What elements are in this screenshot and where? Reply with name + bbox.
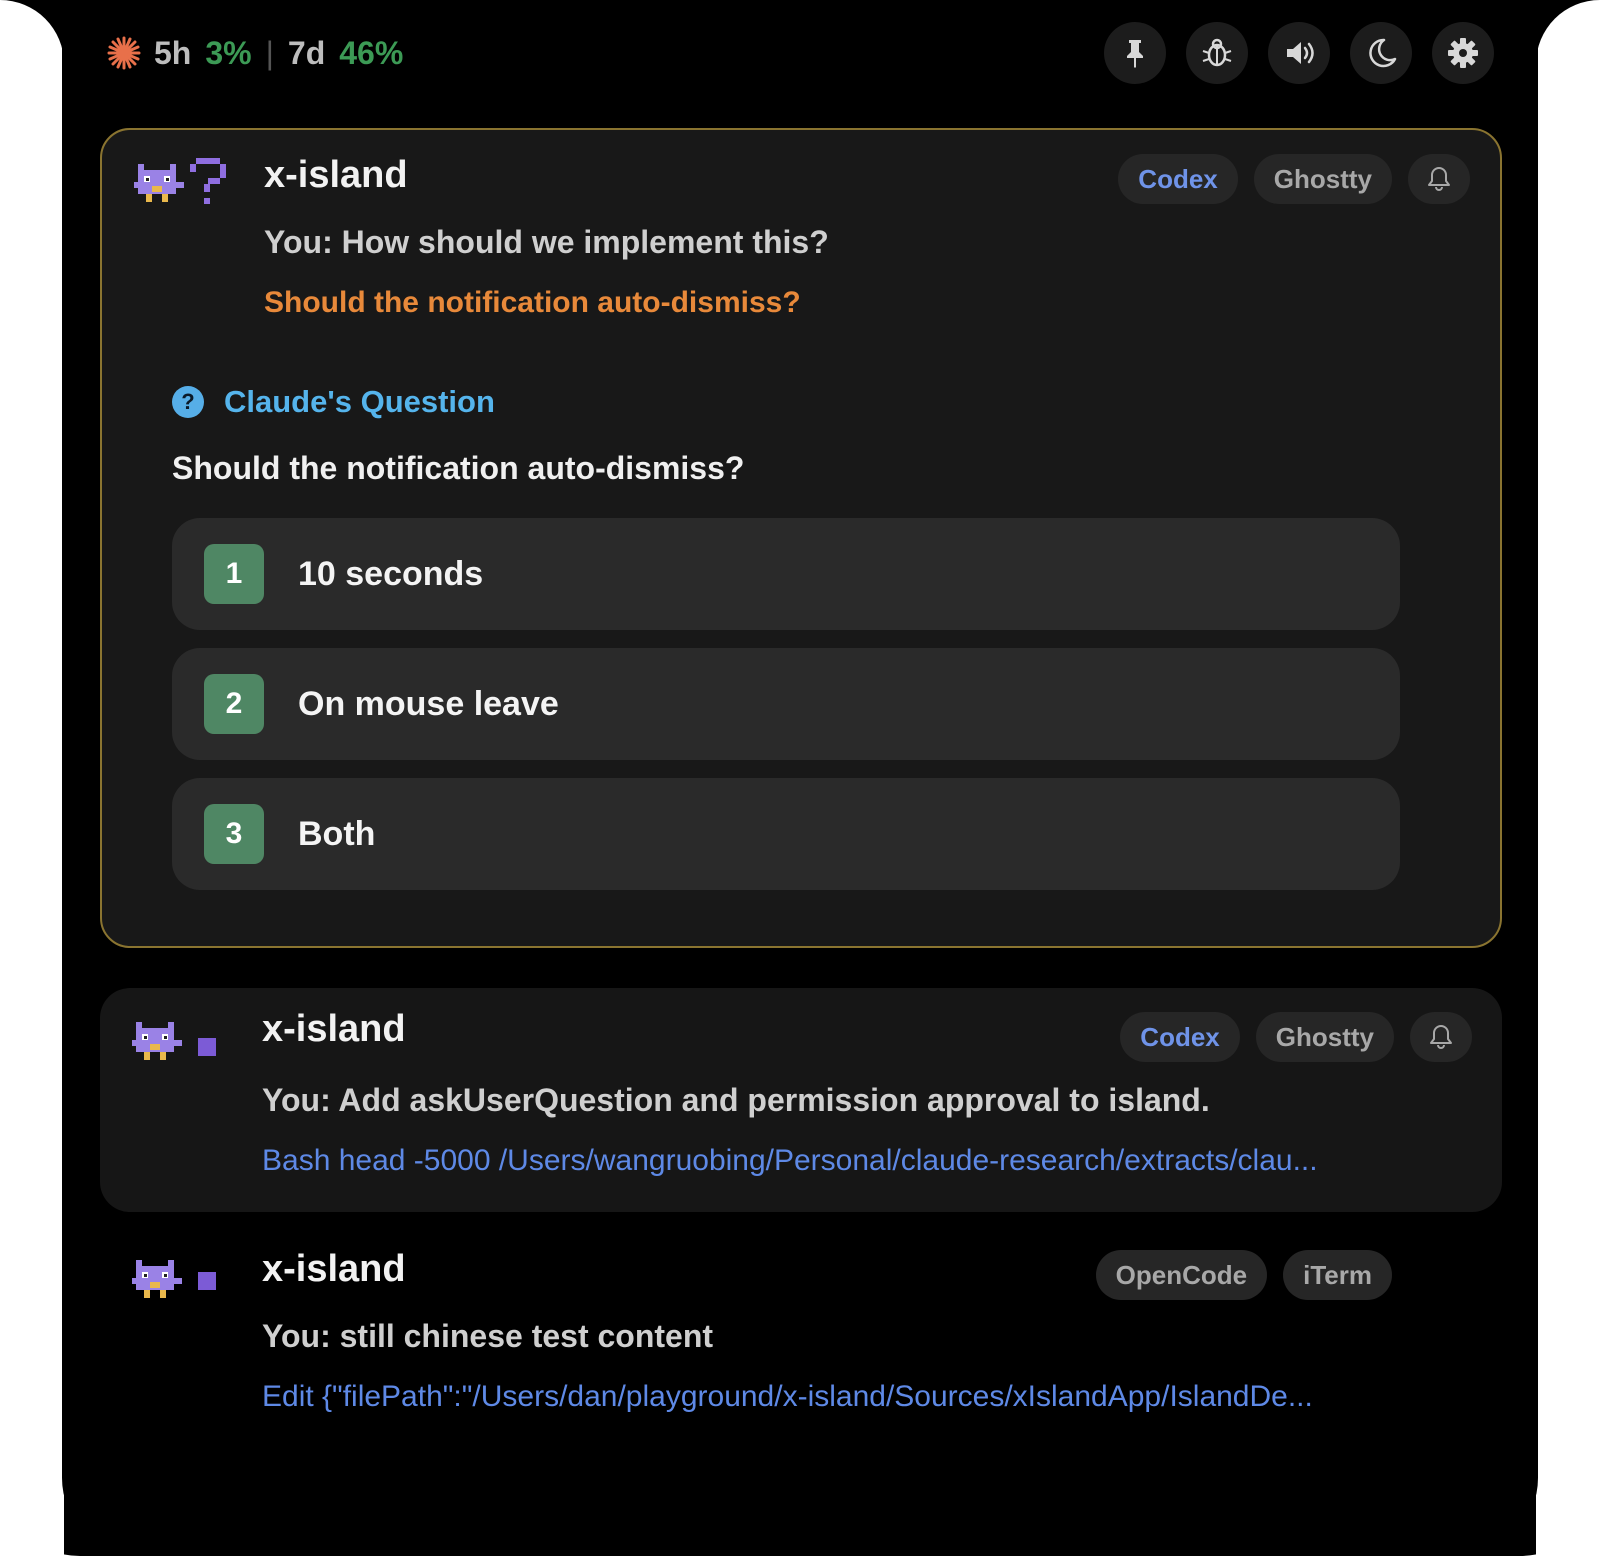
user-prompt: You: How should we implement this? (264, 224, 829, 260)
island-panel: 5h 3% | 7d 46% x-island Codex Ghostty Yo… (62, 0, 1538, 1556)
session-title: x-island (264, 154, 408, 196)
pixel-owl-avatar-icon (134, 164, 184, 202)
pending-question-preview: Should the notification auto-dismiss? (264, 286, 801, 319)
moon-icon (1369, 38, 1397, 68)
latest-tool-action: Edit {"filePath":"/Users/dan/playground/… (262, 1380, 1313, 1413)
terminal-tag[interactable]: Ghostty (1253, 154, 1392, 204)
option-label: On mouse leave (298, 684, 559, 723)
user-prompt: You: still chinese test content (262, 1318, 714, 1354)
option-number-badge: 1 (204, 544, 264, 604)
option-number-badge: 2 (204, 674, 264, 734)
user-prompt: You: Add askUserQuestion and permission … (262, 1082, 1210, 1118)
session-title: x-island (262, 1008, 406, 1050)
left-edge (0, 0, 64, 1556)
question-mark-status-icon (190, 158, 226, 204)
session-title: x-island (262, 1248, 406, 1290)
usage-7d-percent: 46% (339, 34, 404, 71)
session-tags: Codex Ghostty (1118, 154, 1470, 204)
sound-button[interactable] (1268, 22, 1330, 84)
latest-tool-action: Bash head -5000 /Users/wangruobing/Perso… (262, 1144, 1318, 1177)
question-text: Should the notification auto-dismiss? (172, 450, 745, 486)
session-tags: Codex Ghostty (1120, 1012, 1472, 1062)
terminal-tag[interactable]: iTerm (1283, 1250, 1392, 1300)
gear-icon (1448, 38, 1478, 68)
agent-tag[interactable]: Codex (1118, 154, 1238, 204)
notification-button[interactable] (1410, 1012, 1472, 1062)
usage-5h-label: 5h (154, 34, 192, 71)
toolbar-icons (1104, 22, 1494, 84)
terminal-tag[interactable]: Ghostty (1255, 1012, 1394, 1062)
debug-button[interactable] (1186, 22, 1248, 84)
usage-separator: | (265, 34, 274, 71)
option-label: 10 seconds (298, 554, 484, 593)
usage-7d-label: 7d (287, 34, 326, 71)
session-card[interactable]: x-island OpenCode iTerm You: still chine… (100, 1226, 1502, 1460)
agent-tag[interactable]: OpenCode (1095, 1250, 1268, 1300)
option-number-badge: 3 (204, 804, 264, 864)
pin-icon (1127, 40, 1143, 68)
claude-spark-icon (107, 36, 141, 70)
usage-summary: 5h 3% | 7d 46% (154, 35, 403, 72)
question-header: ? Claude's Question (172, 384, 495, 420)
answer-option-1[interactable]: 1 10 seconds (172, 518, 1400, 630)
speaker-icon (1287, 42, 1314, 64)
usage-5h-percent: 3% (205, 34, 252, 71)
working-status-icon (198, 1038, 216, 1056)
usage-bar: 5h 3% | 7d 46% (106, 28, 403, 78)
settings-button[interactable] (1432, 22, 1494, 84)
bell-icon (1428, 167, 1450, 191)
working-status-icon (198, 1272, 216, 1290)
do-not-disturb-button[interactable] (1350, 22, 1412, 84)
notification-button[interactable] (1408, 154, 1470, 204)
answer-option-2[interactable]: 2 On mouse leave (172, 648, 1400, 760)
right-edge (1536, 0, 1600, 1556)
session-card[interactable]: x-island Codex Ghostty You: Add askUserQ… (100, 988, 1502, 1212)
pin-button[interactable] (1104, 22, 1166, 84)
pixel-owl-avatar-icon (132, 1260, 182, 1298)
option-label: Both (298, 814, 376, 853)
question-icon: ? (172, 386, 204, 418)
session-card-question[interactable]: x-island Codex Ghostty You: How should w… (100, 128, 1502, 948)
agent-tag[interactable]: Codex (1120, 1012, 1240, 1062)
bell-icon (1430, 1025, 1452, 1049)
session-tags: OpenCode iTerm (1095, 1250, 1392, 1300)
question-header-label: Claude's Question (224, 384, 495, 419)
bug-icon (1202, 38, 1232, 67)
pixel-owl-avatar-icon (132, 1022, 182, 1060)
answer-option-3[interactable]: 3 Both (172, 778, 1400, 890)
